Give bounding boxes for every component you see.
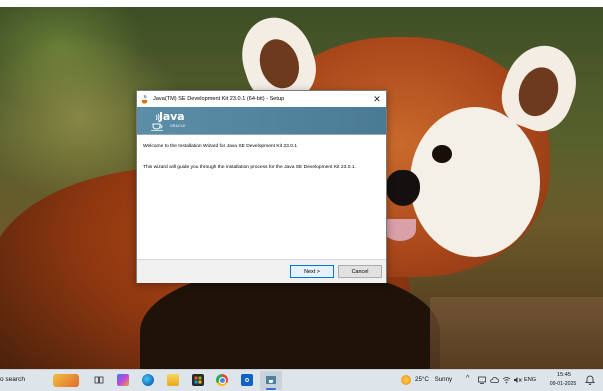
task-view-icon[interactable] [93,374,105,386]
close-icon[interactable]: ✕ [368,91,386,107]
wallpaper-mouth [384,219,416,241]
wallpaper-face-marking [410,107,540,257]
language-indicator[interactable]: ENG [524,377,536,383]
welcome-text: Welcome to the Installation Wizard for J… [143,144,298,149]
show-hidden-icons-chevron-icon[interactable]: ^ [466,375,469,382]
java-cup-icon [142,94,147,104]
java-banner: Java ORACLE [137,107,386,135]
volume-muted-icon[interactable] [513,376,522,386]
cancel-button[interactable]: Cancel [338,265,382,278]
clock-time[interactable]: 15:45 [551,372,577,378]
wallpaper-ground [430,297,603,369]
tray-app-icon[interactable] [478,376,486,386]
store-icon[interactable] [192,374,204,386]
clock-date[interactable]: 09-01-2025 [546,381,580,387]
weather-temperature: 25°C [415,376,429,383]
oracle-logo-text: ORACLE [170,124,186,128]
edge-icon[interactable] [142,374,154,386]
cloud-icon[interactable] [490,376,500,386]
notification-bell-icon[interactable] [585,375,595,385]
wizard-content: Welcome to the Installation Wizard for J… [137,135,386,259]
taskbar-search[interactable]: o search [0,376,25,383]
taskbar: o search o 25°C Sunny ^ ENG 15:45 09-01-… [0,369,603,391]
search-highlight-icon[interactable] [53,374,79,387]
wifi-icon[interactable] [502,376,511,386]
window-titlebar[interactable]: Java(TM) SE Development Kit 23.0.1 (64-b… [137,91,386,107]
weather-widget[interactable]: 25°C Sunny [415,376,452,383]
java-logo-text: Java [159,110,185,123]
copilot-icon[interactable] [117,374,129,386]
wallpaper-nose [386,170,420,206]
window-title: Java(TM) SE Development Kit 23.0.1 (64-b… [153,96,285,102]
description-text: This wizard will guide you through the i… [143,165,356,170]
file-explorer-icon[interactable] [167,374,179,386]
next-button[interactable]: Next > [290,265,334,278]
outlook-icon[interactable]: o [241,374,253,386]
wallpaper-eye [432,145,452,163]
wizard-footer: Next > Cancel [137,259,386,283]
java-setup-window[interactable]: Java(TM) SE Development Kit 23.0.1 (64-b… [136,90,387,283]
chrome-icon[interactable] [216,374,228,386]
weather-condition: Sunny [434,376,453,383]
sun-icon[interactable] [401,375,411,385]
java-setup-icon[interactable] [265,374,277,386]
